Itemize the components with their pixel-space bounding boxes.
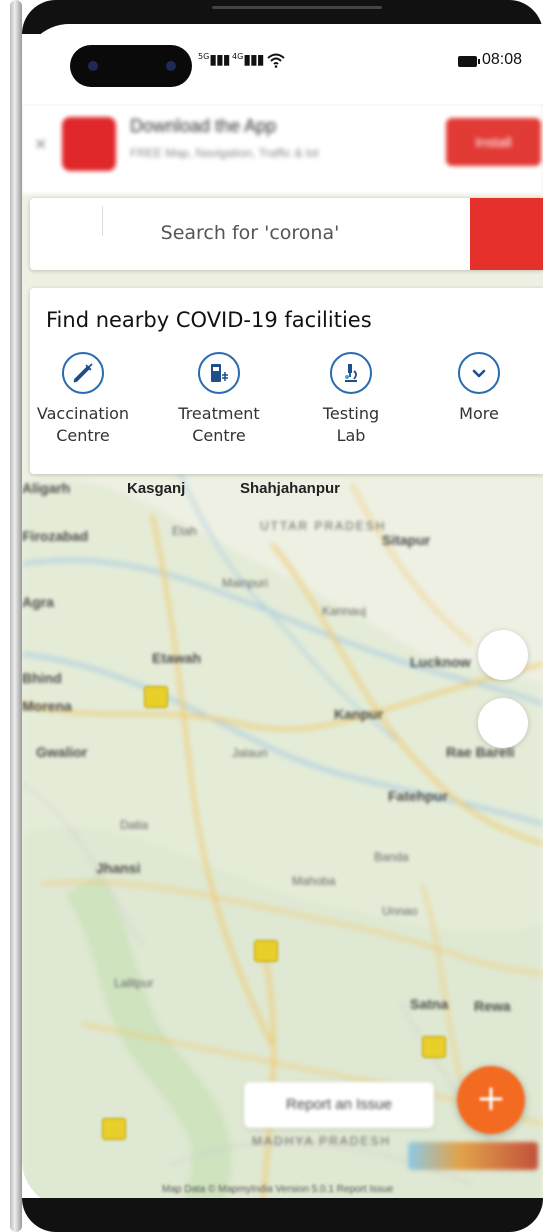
map-label-agra: Agra — [22, 594, 54, 610]
report-issue-button[interactable]: Report an Issue — [244, 1082, 434, 1128]
map-label-banda: Banda — [374, 850, 409, 864]
highway-shield — [254, 940, 278, 962]
map-label-mainpuri: Mainpuri — [222, 576, 269, 590]
screen: Kasganj Shahjahanpur Etah UTTAR PRADESH … — [22, 24, 543, 1208]
map-label-fatehpur: Fatehpur — [388, 788, 448, 804]
facility-label-line1: Vaccination — [36, 404, 130, 423]
phone-frame: Kasganj Shahjahanpur Etah UTTAR PRADESH … — [0, 0, 543, 1232]
map-label-firozabad: Firozabad — [22, 528, 89, 544]
phone-bezel-bottom — [22, 1198, 543, 1232]
map-label-satna: Satna — [410, 996, 449, 1012]
map-attribution: Map Data © MapmyIndia Version 5.0.1 Repo… — [162, 1184, 394, 1195]
map-label-shahjahanpur: Shahjahanpur — [240, 480, 341, 497]
highway-shield — [422, 1036, 446, 1058]
map-label-jhansi: Jhansi — [96, 860, 141, 876]
syringe-icon — [62, 352, 104, 394]
covid-facilities-panel: Find nearby COVID-19 facilities Vaccinat… — [30, 288, 543, 474]
map-control-button[interactable] — [478, 630, 528, 680]
microscope-icon — [330, 352, 372, 394]
plus-icon: + — [475, 1078, 507, 1119]
map-label-bhind: Bhind — [22, 670, 62, 686]
highway-shield — [102, 1118, 126, 1140]
hospital-icon — [198, 352, 240, 394]
signal-bars-icon: ▮▮▮ — [209, 52, 230, 68]
map-control-button[interactable] — [478, 698, 528, 748]
wifi-icon — [267, 53, 285, 68]
map-label-etawah: Etawah — [152, 650, 202, 666]
facility-label: Vaccination Centre — [24, 403, 142, 447]
map-label-mahoba: Mahoba — [292, 874, 336, 888]
facility-label-line2: Centre — [56, 426, 110, 445]
status-time: 08:08 — [482, 51, 523, 68]
facility-label: Treatment Centre — [160, 403, 278, 447]
facility-label-line2: Lab — [336, 426, 366, 445]
banner-subtitle: FREE Map, Navigation, Traffic & lot — [130, 146, 319, 160]
facility-testing-lab[interactable]: Testing Lab — [292, 352, 410, 447]
add-fab-button[interactable]: + — [457, 1066, 525, 1134]
banner-title: Download the App — [130, 116, 277, 136]
facility-label-line2: Centre — [192, 426, 246, 445]
map-label-madhya-pradesh: MADHYA PRADESH — [252, 1134, 392, 1148]
facility-label: Testing Lab — [292, 403, 410, 447]
battery-icon — [458, 56, 480, 67]
camera-icon — [88, 61, 98, 71]
signal-2-label: 4G — [232, 52, 244, 61]
map-label-aligarh: Aligarh — [22, 480, 71, 496]
map-label-datia: Datia — [120, 818, 149, 832]
map-label-kasganj: Kasganj — [127, 480, 186, 497]
map-label-sitapur: Sitapur — [382, 532, 431, 548]
chevron-down-icon — [458, 352, 500, 394]
facility-more[interactable]: More — [420, 352, 538, 425]
facility-vaccination-centre[interactable]: Vaccination Centre — [24, 352, 142, 447]
map-label-uttar-pradesh: UTTAR PRADESH — [260, 519, 387, 533]
facility-label-line1: Treatment — [178, 404, 260, 423]
install-button[interactable]: Install — [446, 118, 541, 166]
signal-1-label: 5G — [198, 52, 210, 61]
facility-label-line1: More — [459, 404, 499, 423]
map-label-kanpur: Kanpur — [334, 706, 383, 722]
close-icon[interactable]: × — [34, 134, 47, 153]
map-label-jalaun: Jalaun — [232, 746, 268, 760]
search-bar[interactable]: Search for 'corona' — [30, 198, 543, 270]
mapmyindia-logo — [408, 1142, 538, 1170]
map-label-lalitpur: Lalitpur — [114, 976, 154, 990]
map-label-lucknow: Lucknow — [410, 654, 471, 670]
panel-title: Find nearby COVID-19 facilities — [46, 308, 372, 332]
camera-island — [70, 45, 192, 87]
phone-bezel-left — [10, 0, 22, 1232]
map-label-rewa: Rewa — [474, 998, 511, 1014]
search-input[interactable]: Search for 'corona' — [30, 222, 470, 244]
highway-shield — [144, 686, 168, 708]
facility-label: More — [420, 403, 538, 425]
status-bar: 5G▮▮▮ 4G▮▮▮ 08:08 — [22, 24, 543, 104]
signal-bars-icon: ▮▮▮ — [243, 52, 264, 68]
map-label-kannauj: Kannauj — [322, 604, 367, 618]
search-button[interactable] — [470, 198, 543, 270]
facility-treatment-centre[interactable]: Treatment Centre — [160, 352, 278, 447]
app-download-banner[interactable]: × Download the App FREE Map, Navigation,… — [22, 104, 543, 194]
app-logo — [62, 117, 116, 171]
map-label-gwalior: Gwalior — [36, 744, 88, 760]
map-label-etah: Etah — [172, 524, 197, 538]
map-label-unnao: Unnao — [382, 904, 418, 918]
map-label-morena: Morena — [22, 698, 72, 714]
signal-icon: 4G▮▮▮ — [232, 52, 264, 68]
signal-icon: 5G▮▮▮ — [198, 52, 230, 68]
facility-label-line1: Testing — [322, 404, 380, 423]
camera-icon — [166, 61, 176, 71]
